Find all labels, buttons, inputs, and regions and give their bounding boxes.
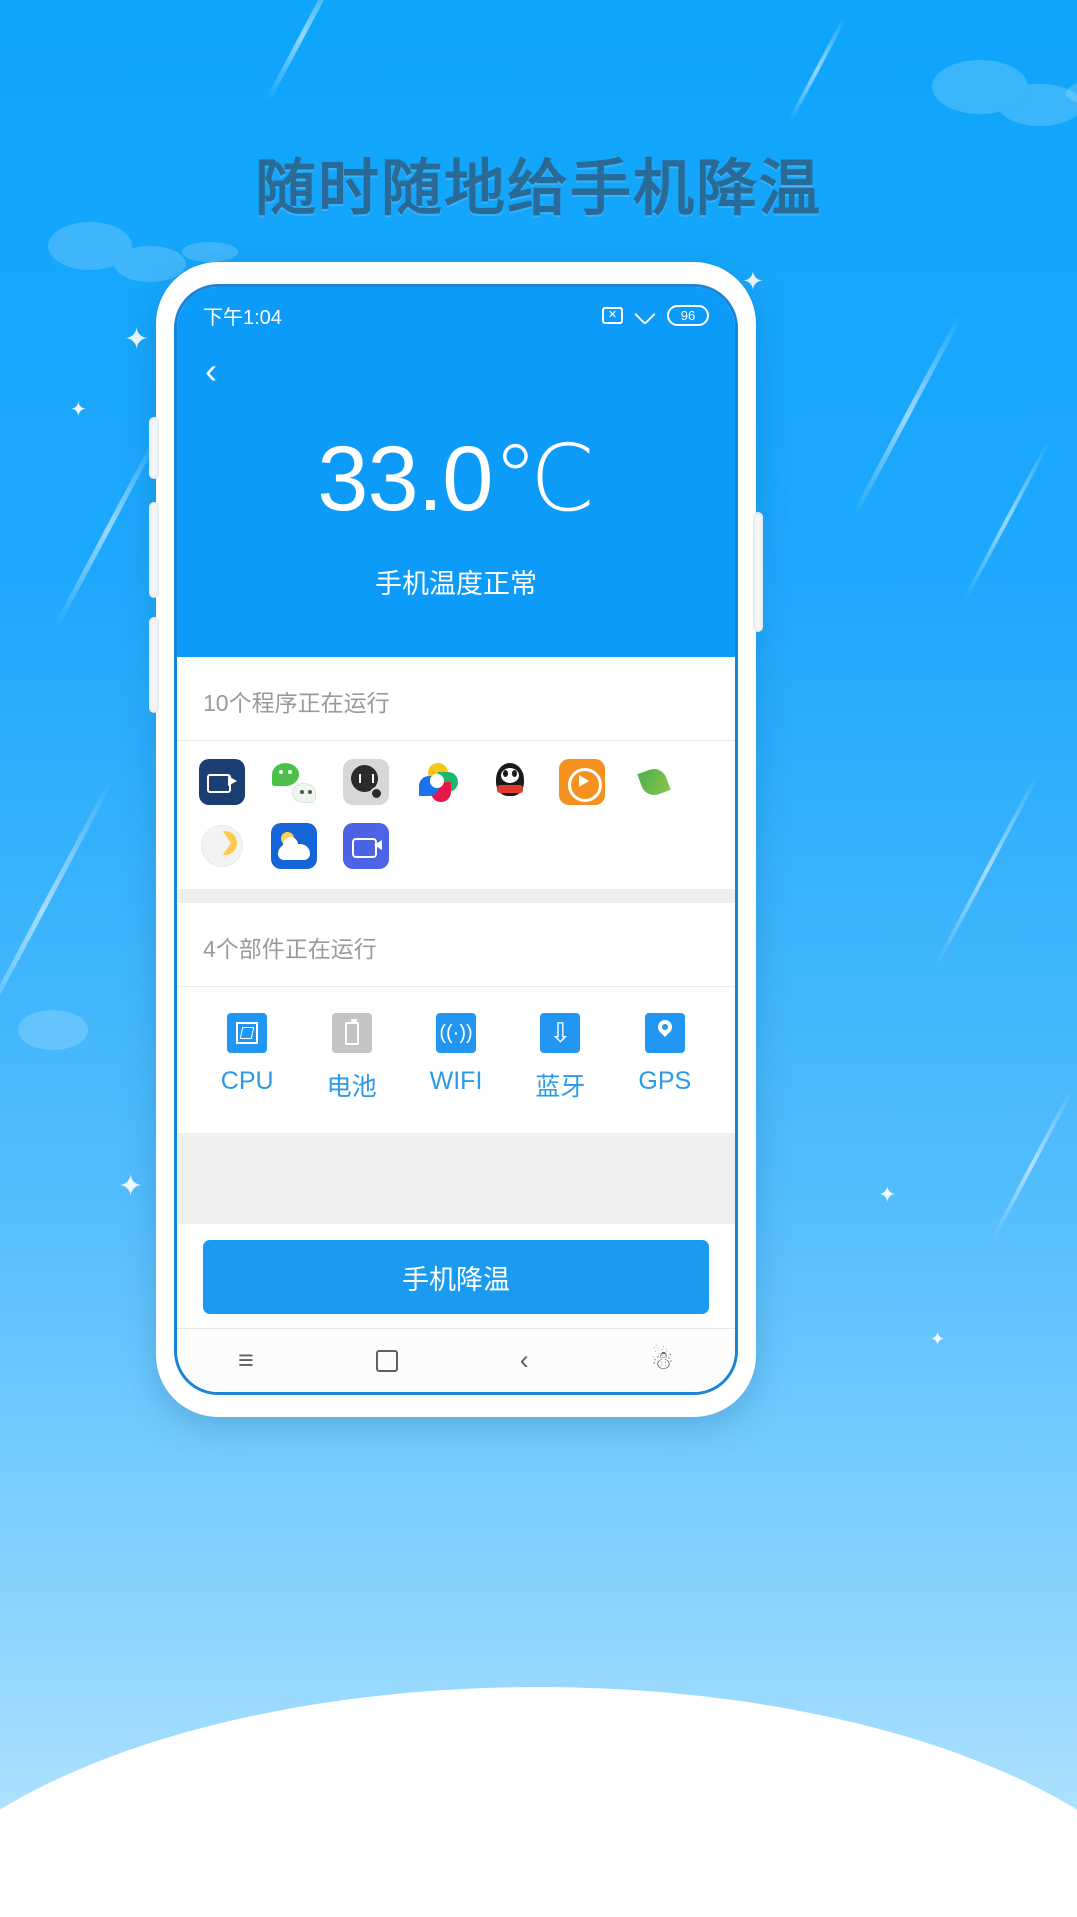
component-bluetooth-label: 蓝牙 [535, 1073, 586, 1101]
component-gps-label: GPS [638, 1067, 692, 1095]
moon-app-icon[interactable] [199, 823, 245, 869]
camcorder-app-icon[interactable] [199, 759, 245, 805]
temperature-header: ‹ 33.0℃ 手机温度正常 [177, 343, 735, 657]
temperature-value: 33.0℃ [317, 428, 595, 530]
components-card: 4个部件正在运行 CPU 电池 ((·)) WIFI ⇩ 蓝牙 GPS [177, 903, 735, 1133]
weather-app-icon[interactable] [271, 823, 317, 869]
location-pin-icon [644, 1013, 685, 1053]
pinwheel-app-icon[interactable] [415, 759, 461, 805]
media-player-app-icon[interactable] [559, 759, 605, 805]
components-title: 4个部件正在运行 [177, 903, 735, 987]
bluetooth-icon: ⇩ [540, 1013, 581, 1053]
cool-down-button[interactable]: 手机降温 [203, 1240, 709, 1314]
voice-assistant-app-icon[interactable] [343, 759, 389, 805]
back-button[interactable]: ‹ [177, 347, 735, 389]
status-bar-time: 下午1:04 [203, 306, 282, 329]
qq-app-icon[interactable] [487, 759, 533, 805]
component-cpu-label: CPU [220, 1067, 274, 1095]
nav-back-icon[interactable]: ‹ [520, 1345, 529, 1376]
battery-badge: 96 [667, 304, 709, 326]
phone-screen: 下午1:04 ✕ 96 ‹ 33.0℃ 手机温度正常 10个程序正在运行 4个部… [174, 284, 738, 1395]
page-title: 随时随地给手机降温 [254, 154, 822, 222]
nav-menu-icon[interactable]: ≡ [238, 1345, 254, 1376]
wifi-icon: ((·)) [436, 1013, 477, 1053]
battery-icon [331, 1013, 372, 1053]
running-apps-title: 10个程序正在运行 [177, 657, 735, 741]
phone-side-button-left-2 [149, 502, 159, 598]
component-battery-label: 电池 [326, 1073, 377, 1101]
video-chat-app-icon[interactable] [343, 823, 389, 869]
wechat-app-icon[interactable] [271, 759, 317, 805]
phone-side-button-left-1 [149, 417, 159, 479]
cool-button-container: 手机降温 [177, 1224, 735, 1328]
section-divider [177, 889, 735, 903]
leaf-app-icon[interactable] [631, 759, 677, 805]
component-bluetooth[interactable]: ⇩ 蓝牙 [508, 1013, 612, 1103]
component-wifi-label: WIFI [429, 1067, 483, 1095]
components-row: CPU 电池 ((·)) WIFI ⇩ 蓝牙 GPS [177, 987, 735, 1133]
component-battery[interactable]: 电池 [299, 1013, 403, 1103]
android-nav-bar: ≡ ‹ ☃ [177, 1328, 735, 1392]
nav-accessibility-icon[interactable]: ☃ [651, 1345, 674, 1376]
status-bar: 下午1:04 ✕ 96 [177, 287, 735, 343]
empty-area [177, 1133, 735, 1224]
running-apps-grid [177, 741, 735, 889]
no-sim-icon: ✕ [602, 306, 623, 324]
nav-home-icon[interactable] [375, 1349, 398, 1372]
cpu-icon [227, 1013, 268, 1053]
running-apps-card: 10个程序正在运行 [177, 657, 735, 889]
wifi-icon [634, 303, 656, 325]
phone-side-button-left-3 [149, 617, 159, 713]
phone-side-button-right-1 [753, 512, 763, 632]
component-wifi[interactable]: ((·)) WIFI [404, 1013, 508, 1103]
temperature-status-text: 手机温度正常 [375, 569, 537, 599]
component-cpu[interactable]: CPU [195, 1013, 299, 1103]
phone-mockup: 下午1:04 ✕ 96 ‹ 33.0℃ 手机温度正常 10个程序正在运行 4个部… [149, 262, 763, 1417]
component-gps[interactable]: GPS [613, 1013, 717, 1103]
